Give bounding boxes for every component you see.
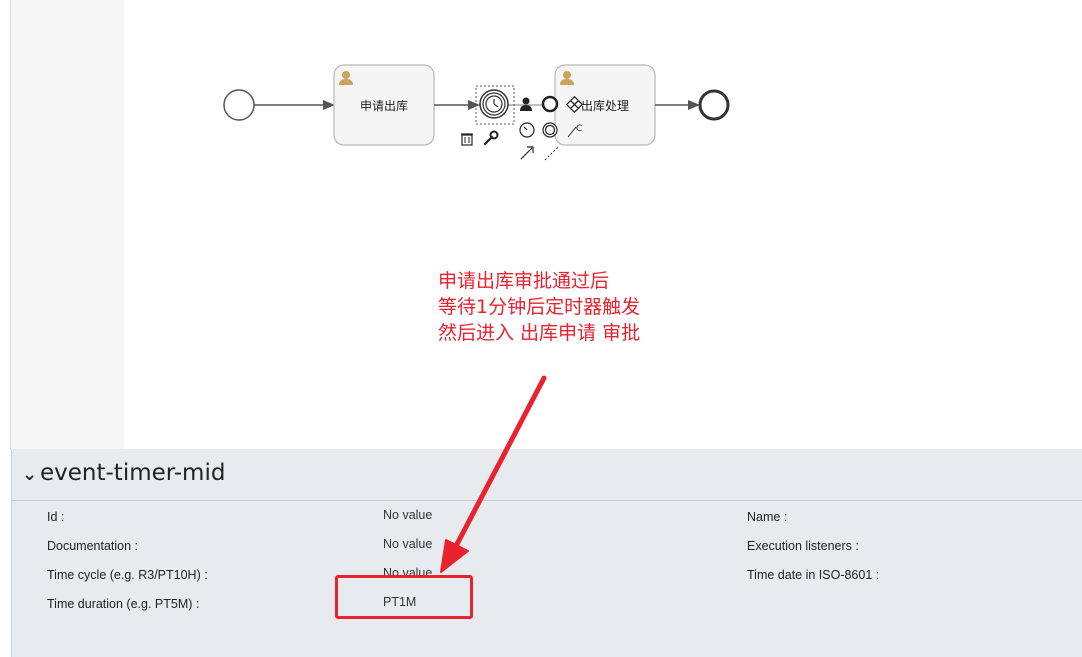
field-value-documentation[interactable]: No value [383, 537, 432, 551]
task-1-label: 申请出库 [360, 98, 408, 113]
field-label-name: Name : [747, 510, 788, 524]
field-label-time-date: Time date in ISO-8601 : [747, 568, 880, 582]
field-label-time-cycle: Time cycle (e.g. R3/PT10H) : [47, 568, 208, 582]
annotation-line: 等待1分钟后定时器触发 [438, 296, 641, 318]
intermediate-timer-icon[interactable] [519, 122, 535, 138]
clock-icon [485, 95, 503, 113]
annotation-note: 申请出库审批通过后 等待1分钟后定时器触发 然后进入 出库申请 审批 [438, 268, 640, 346]
arrow-icon[interactable] [520, 146, 534, 160]
end-event[interactable] [698, 89, 730, 121]
start-event[interactable] [223, 89, 255, 121]
properties-title: event-timer-mid [40, 460, 226, 486]
trash-icon[interactable] [461, 133, 473, 146]
task-2-label: 出库处理 [581, 98, 629, 113]
field-label-execution-listeners: Execution listeners : [747, 539, 859, 553]
association-icon[interactable] [544, 146, 559, 161]
annotation-line: 申请出库审批通过后 [438, 270, 610, 292]
properties-header[interactable]: ⌄ event-timer-mid [12, 449, 1082, 501]
field-value-id[interactable]: No value [383, 508, 432, 522]
intermediate-event-icon[interactable] [542, 122, 558, 138]
chevron-down-icon[interactable]: ⌄ [22, 464, 37, 485]
field-label-time-duration: Time duration (e.g. PT5M) : [47, 597, 200, 611]
pad-text-fragment: C [576, 124, 582, 134]
bpmn-canvas[interactable]: 申请出库 出库处理 C [0, 0, 1082, 449]
properties-panel: ⌄ event-timer-mid Id : No value Document… [11, 449, 1082, 657]
field-label-documentation: Documentation : [47, 539, 139, 553]
field-label-id: Id : [47, 510, 65, 524]
timer-intermediate-event[interactable] [475, 85, 515, 125]
wrench-icon[interactable] [483, 130, 499, 146]
annotation-line: 然后进入 出库申请 审批 [438, 322, 641, 344]
user-task-1[interactable]: 申请出库 [333, 64, 435, 146]
end-event-icon[interactable] [541, 95, 559, 113]
highlight-box [335, 575, 473, 619]
